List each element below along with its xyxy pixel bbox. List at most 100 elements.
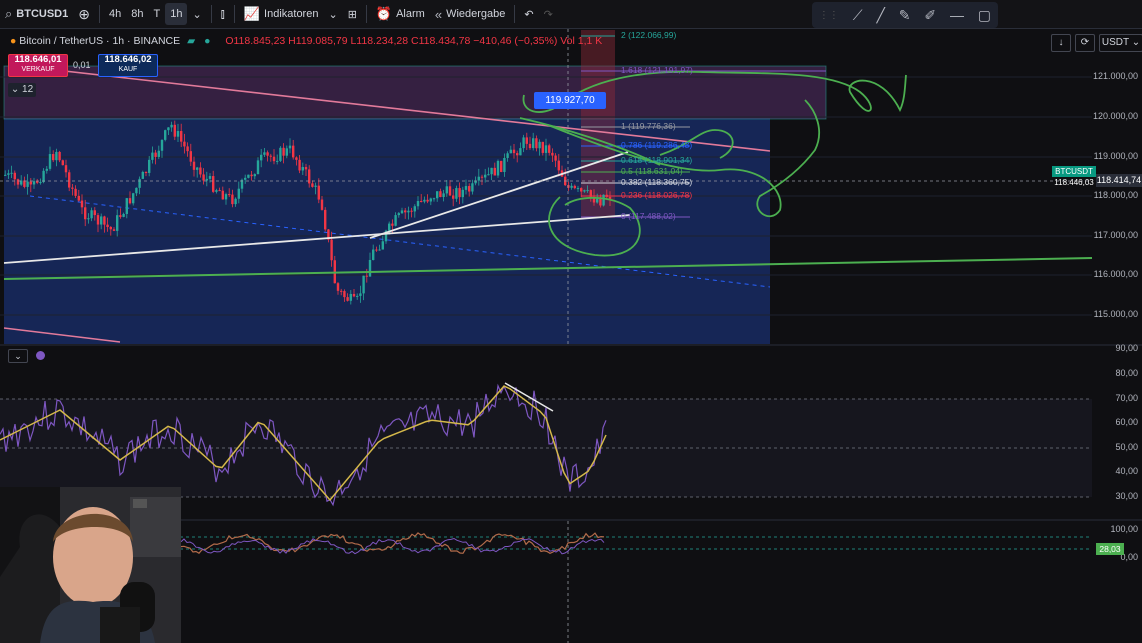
price-tick: 117.000,00 [1093,230,1138,240]
candle-body [151,152,154,160]
candle-body [272,156,276,162]
candle-body [247,174,250,178]
timeframe-8h[interactable]: 8h [126,0,148,28]
candle-body [365,275,368,277]
timeframe-4h[interactable]: 4h [104,0,126,28]
candle-body [276,160,279,162]
indicator-counter[interactable]: ⌄ 12 [8,83,36,97]
buy-label: KAUF [118,66,138,73]
candle-body [484,174,487,178]
rsi-tick: 90,00 [1115,343,1138,353]
candle-body [71,187,74,189]
add-symbol-button[interactable]: ⊕ [73,0,95,28]
candle-body [378,249,381,251]
candle-body [32,181,36,185]
candle-body [429,198,432,202]
buy-button[interactable]: 118.646,02 KAUF [98,54,158,77]
candle-body [125,198,128,214]
layouts-button[interactable]: ⊞ [343,0,362,28]
replay-button[interactable]: « Wiedergabe [430,0,511,28]
candle-body [512,149,516,154]
candle-body [39,182,42,184]
candle-body [23,180,26,187]
plus-circle-icon: ⊕ [78,5,90,22]
undo-button[interactable]: ↶ [519,0,538,28]
candle-body [116,215,119,231]
candle-body [359,293,362,296]
fib-level-label: 1.618 (121.191,97) [621,65,693,75]
candle-body [375,249,378,251]
lower-tick: 100,00 [1110,524,1138,534]
chevron-down-icon: ⌄ [14,351,22,361]
drag-handle-icon[interactable]: ⋮⋮ [819,10,839,21]
rsi-collapse-button[interactable]: ⌄ [8,349,28,363]
refresh-icon: ⟳ [1080,37,1090,48]
undo-icon: ↶ [524,8,534,21]
candle-body [237,188,240,199]
candle-body [544,145,548,153]
chevron-down-icon: ⌄ [192,8,202,21]
symbol-label: BTCUSD1 [16,8,69,20]
path-tool-icon[interactable]: ⟋ [853,7,863,24]
redo-icon: ↷ [543,8,553,21]
symbol-search[interactable]: ⌕ BTCUSD1 [0,0,73,28]
chevron-down-icon: ⌄ [10,84,20,95]
fib-level-label: 1 (119.776,36) [621,121,676,131]
candle-body [292,145,295,158]
fib-level-label: 0.786 (119.286,48) [621,140,693,150]
alarm-button[interactable]: ⏰ Alarm [371,0,430,28]
candle-body [391,223,394,226]
candle-body [208,176,212,179]
candle-body [212,176,215,192]
candle-body [500,160,503,172]
sell-button[interactable]: 118.646,01 VERKAUF [8,54,68,77]
candle-body [362,275,365,294]
candle-body [557,160,560,171]
candle-body [122,213,125,217]
chart-type-button[interactable]: ⫾ [216,0,230,28]
alarm-clock-icon: ⏰ [375,6,393,21]
candle-body [228,194,231,196]
candle-body [253,174,256,177]
timeframe-1h[interactable]: 1h [165,3,188,25]
candle-body [42,170,45,183]
candle-body [173,124,176,137]
candle-body [48,154,52,169]
candle-body [349,293,352,301]
candle-body [397,213,400,216]
candle-body [423,199,426,202]
timeframe-t[interactable]: T [148,0,165,28]
candle-body [106,224,109,227]
indicators-button[interactable]: 📈 Indikatoren [239,0,324,28]
bitcoin-logo-icon: ● [10,35,17,47]
candle-body [336,283,340,291]
candle-body [346,297,349,301]
candle-body [199,167,202,175]
horizontal-line-tool-icon[interactable]: — [950,7,964,23]
sell-price: 118.646,01 [14,54,62,65]
candle-body [141,171,144,179]
candle-body [112,229,116,231]
candle-body [320,199,324,210]
trendline-tool-icon[interactable]: ╱ [876,7,884,24]
candle-body [93,210,96,216]
drawing-toolbar: ⋮⋮ ⟋ ╱ ✎ ✐ — ▢ [812,2,998,28]
scroll-down-button[interactable]: ↓ [1051,34,1071,52]
indicators-dropdown[interactable]: ⌄ [323,0,342,28]
candle-body [36,181,39,183]
fib-level-label: 2 (122.066,99) [621,30,677,40]
candle-body [132,193,135,204]
redo-button[interactable]: ↷ [539,0,558,28]
candle-body [279,147,282,161]
candle-body [167,127,170,131]
candle-body [452,195,455,199]
rectangle-tool-icon[interactable]: ▢ [978,7,991,24]
brush-tool-icon[interactable]: ✎ [899,7,911,24]
candle-body [186,146,189,152]
toolbar-divider [233,5,235,23]
candle-body [503,157,506,172]
timeframe-dropdown[interactable]: ⌄ [187,0,206,28]
candle-body [301,167,304,171]
rsi-indicator-icon[interactable] [36,351,45,360]
highlighter-tool-icon[interactable]: ✐ [924,7,936,24]
